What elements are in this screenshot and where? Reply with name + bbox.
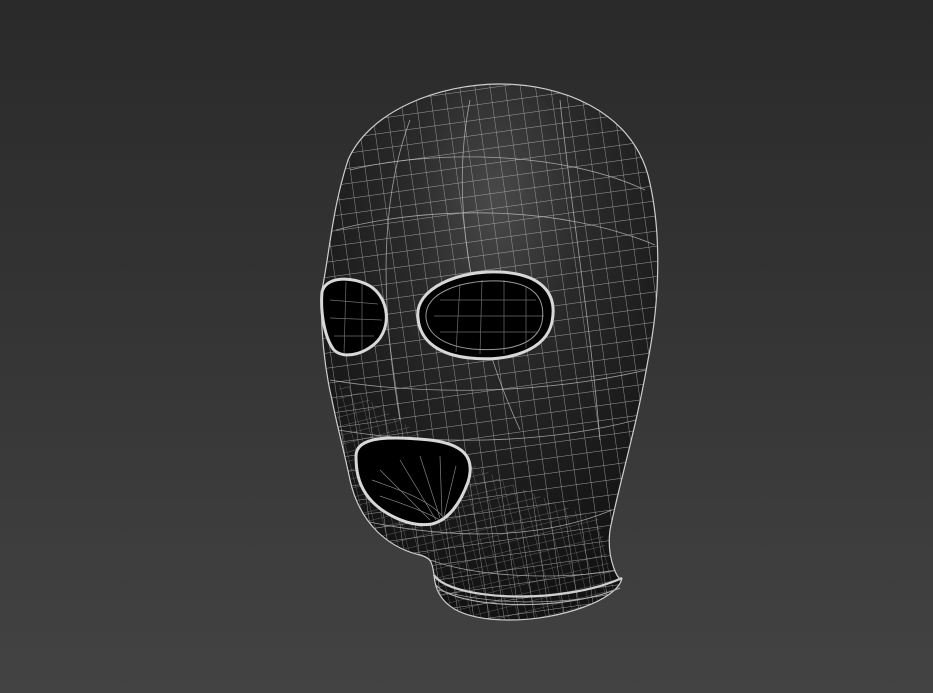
balaclava-mask-icon [320, 83, 659, 621]
3d-viewport[interactable] [0, 0, 933, 693]
eye-hole-left [320, 277, 388, 357]
eye-hole-right [416, 270, 555, 361]
